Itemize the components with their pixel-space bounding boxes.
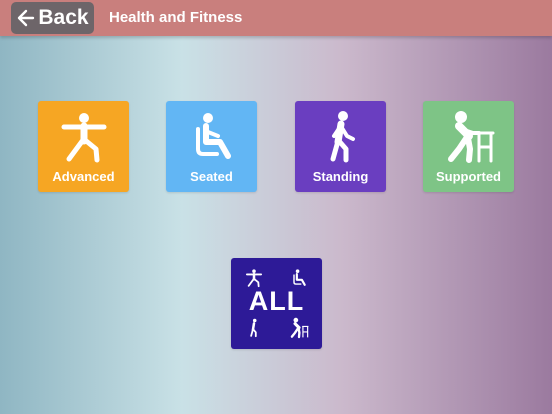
yoga-pose-icon bbox=[61, 113, 106, 163]
walker-person-icon bbox=[447, 111, 494, 163]
category-label: Supported bbox=[436, 169, 501, 184]
top-app-bar: Back Health and Fitness bbox=[0, 0, 552, 36]
all-label: ALL bbox=[248, 286, 305, 316]
back-button[interactable]: Back bbox=[11, 2, 94, 34]
category-label: Standing bbox=[312, 169, 369, 184]
category-tile-standing[interactable]: Standing bbox=[295, 101, 386, 192]
category-label: Advanced bbox=[52, 169, 115, 184]
back-button-label: Back bbox=[38, 6, 89, 29]
page-title: Health and Fitness bbox=[109, 9, 243, 26]
category-label: Seated bbox=[190, 169, 233, 184]
yoga-pose-icon bbox=[245, 269, 263, 288]
walking-person-icon bbox=[330, 111, 355, 163]
walking-person-icon bbox=[250, 318, 257, 338]
walker-person-icon bbox=[290, 317, 309, 339]
category-tile-all[interactable]: ALL bbox=[231, 258, 322, 349]
category-tile-seated[interactable]: Seated bbox=[166, 101, 257, 192]
category-tile-advanced[interactable]: Advanced bbox=[38, 101, 129, 192]
seated-person-icon bbox=[195, 113, 231, 159]
category-tile-supported[interactable]: Supported bbox=[423, 101, 514, 192]
arrow-left-icon bbox=[18, 9, 35, 27]
seated-person-icon bbox=[293, 269, 306, 286]
